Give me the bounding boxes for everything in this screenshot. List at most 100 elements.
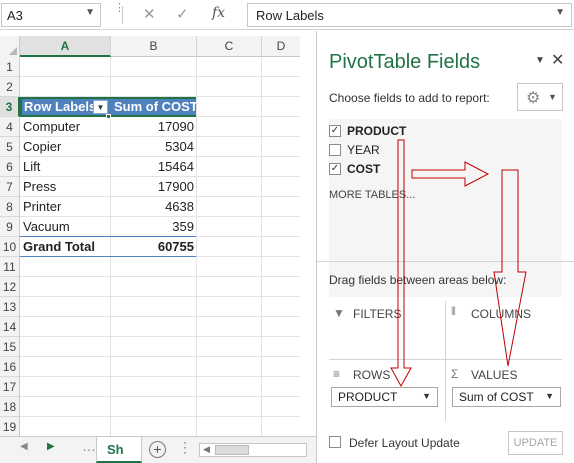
row-header-5[interactable]: 5	[0, 137, 20, 157]
chevron-down-icon[interactable]: ▼	[422, 391, 431, 401]
row-header-19[interactable]: 19	[0, 417, 20, 437]
more-icon[interactable]: ⋮	[178, 439, 192, 456]
row-header-14[interactable]: 14	[0, 317, 20, 337]
gridline	[20, 336, 300, 337]
drag-fields-label: Drag fields between areas below:	[329, 273, 507, 287]
row-header-8[interactable]: 8	[0, 197, 20, 217]
enter-icon[interactable]: ✓	[176, 5, 189, 23]
row-header-11[interactable]: 11	[0, 257, 20, 277]
pivottable-fields-pane: PivotTable Fields ▼ ✕ Choose fields to a…	[317, 31, 574, 463]
cancel-icon[interactable]: ✕	[143, 5, 156, 23]
row-header-9[interactable]: 9	[0, 217, 20, 237]
add-sheet-button[interactable]: +	[149, 441, 166, 458]
row-header-18[interactable]: 18	[0, 397, 20, 417]
row-header-7[interactable]: 7	[0, 177, 20, 197]
pivot-row-value[interactable]: 5304	[110, 137, 194, 157]
choose-fields-label: Choose fields to add to report:	[329, 91, 490, 105]
field-label: COST	[347, 162, 381, 176]
sheet-tab-label: Sh	[107, 442, 124, 457]
column-header-a[interactable]: A	[20, 36, 111, 57]
close-icon[interactable]: ✕	[551, 50, 564, 70]
pane-options-icon[interactable]: ▼	[535, 55, 545, 66]
sheet-tab-active[interactable]: Sh	[96, 437, 142, 463]
horizontal-scrollbar[interactable]: ◀	[199, 443, 307, 457]
columns-area-label: COLUMNS	[471, 307, 532, 321]
expand-formula-icon[interactable]: ▼	[555, 7, 565, 18]
checkbox-checked-icon[interactable]: ✓	[329, 163, 341, 175]
row-header-6[interactable]: 6	[0, 157, 20, 177]
gridline	[20, 76, 300, 77]
column-header-b[interactable]: B	[111, 36, 197, 57]
scroll-right-icon[interactable]: ▶	[47, 441, 55, 452]
gridline	[20, 356, 300, 357]
chevron-down-icon: ▼	[548, 92, 557, 102]
pivot-row-value[interactable]: 17900	[110, 177, 194, 197]
column-header-c[interactable]: C	[197, 36, 262, 57]
pivot-row-label[interactable]: Press	[23, 177, 56, 197]
scroll-left-arrow-icon[interactable]: ◀	[203, 444, 210, 455]
filter-dropdown-icon[interactable]: ▼	[93, 100, 108, 114]
more-tables-link[interactable]: MORE TABLES...	[329, 189, 415, 201]
worksheet-grid[interactable]: A B C D 1 2 3 4 5 6 7 8 9 10 11 12 13 14…	[0, 36, 300, 454]
pivot-row-value[interactable]: 4638	[110, 197, 194, 217]
tools-button[interactable]: ⚙ ▼	[517, 83, 563, 111]
pivot-value-header[interactable]: Sum of COST	[114, 97, 198, 117]
row-header-17[interactable]: 17	[0, 377, 20, 397]
chip-label: Sum of COST	[459, 390, 534, 404]
insert-function-icon[interactable]: fx	[212, 5, 225, 21]
rows-field-chip[interactable]: PRODUCT ▼	[331, 387, 438, 407]
chevron-down-icon[interactable]: ▼	[545, 391, 554, 401]
row-header-13[interactable]: 13	[0, 297, 20, 317]
row-header-12[interactable]: 12	[0, 277, 20, 297]
field-label: YEAR	[347, 143, 380, 157]
pivot-row-value[interactable]: 17090	[110, 117, 194, 137]
pivot-row-label[interactable]: Lift	[23, 157, 40, 177]
gridline	[20, 316, 300, 317]
update-button[interactable]: UPDATE	[508, 431, 563, 455]
gridline	[20, 396, 300, 397]
chip-label: PRODUCT	[338, 390, 398, 404]
row-header-2[interactable]: 2	[0, 77, 20, 97]
area-divider	[445, 301, 446, 421]
pivot-grand-total-value[interactable]: 60755	[110, 237, 194, 257]
pivot-row-label[interactable]: Copier	[23, 137, 61, 157]
chevron-down-icon[interactable]: ▼	[85, 7, 95, 18]
checkbox-icon[interactable]	[329, 436, 341, 448]
pivot-row-value[interactable]: 15464	[110, 157, 194, 177]
formula-value: Row Labels	[256, 8, 324, 23]
pivot-grand-total-label[interactable]: Grand Total	[23, 237, 95, 257]
pivot-row-value[interactable]: 359	[110, 217, 194, 237]
scroll-left-icon[interactable]: ◀	[20, 441, 28, 452]
gridline	[20, 276, 300, 277]
values-field-chip[interactable]: Sum of COST ▼	[452, 387, 561, 407]
pivot-row-labels-header[interactable]: Row Labels	[24, 97, 96, 117]
gear-icon: ⚙	[526, 90, 541, 107]
row-header-15[interactable]: 15	[0, 337, 20, 357]
column-header-d[interactable]: D	[262, 36, 300, 57]
pane-title: PivotTable Fields	[329, 51, 481, 73]
row-header-3[interactable]: 3	[0, 97, 20, 117]
gridline	[20, 416, 300, 417]
sigma-icon: Σ	[451, 367, 459, 381]
scrollbar-thumb[interactable]	[215, 445, 249, 455]
more-sheets-icon[interactable]: …	[82, 438, 96, 454]
pivot-row-label[interactable]: Vacuum	[23, 217, 70, 237]
area-divider	[329, 359, 562, 360]
checkbox-checked-icon[interactable]: ✓	[329, 125, 341, 137]
row-header-10[interactable]: 10	[0, 237, 20, 257]
select-all-corner[interactable]	[0, 36, 20, 57]
column-header-row: A B C D	[0, 36, 300, 57]
row-header-16[interactable]: 16	[0, 357, 20, 377]
row-header-1[interactable]: 1	[0, 57, 20, 77]
formula-input[interactable]: Row Labels ▼	[247, 3, 572, 27]
name-box[interactable]: A3 ▼	[1, 3, 101, 27]
sheet-tab-bar: ◀ ▶ … Sh + ⋮ ◀	[0, 436, 316, 463]
row-header-4[interactable]: 4	[0, 117, 20, 137]
pivot-row-label[interactable]: Printer	[23, 197, 61, 217]
pivot-row-label[interactable]: Computer	[23, 117, 80, 137]
formula-bar: A3 ▼ ⋮ ✕ ✓ fx Row Labels ▼	[0, 0, 574, 30]
values-area-label: VALUES	[471, 368, 518, 382]
filters-area-label: FILTERS	[353, 307, 402, 321]
rows-area-label: ROWS	[353, 368, 391, 382]
checkbox-icon[interactable]	[329, 144, 341, 156]
